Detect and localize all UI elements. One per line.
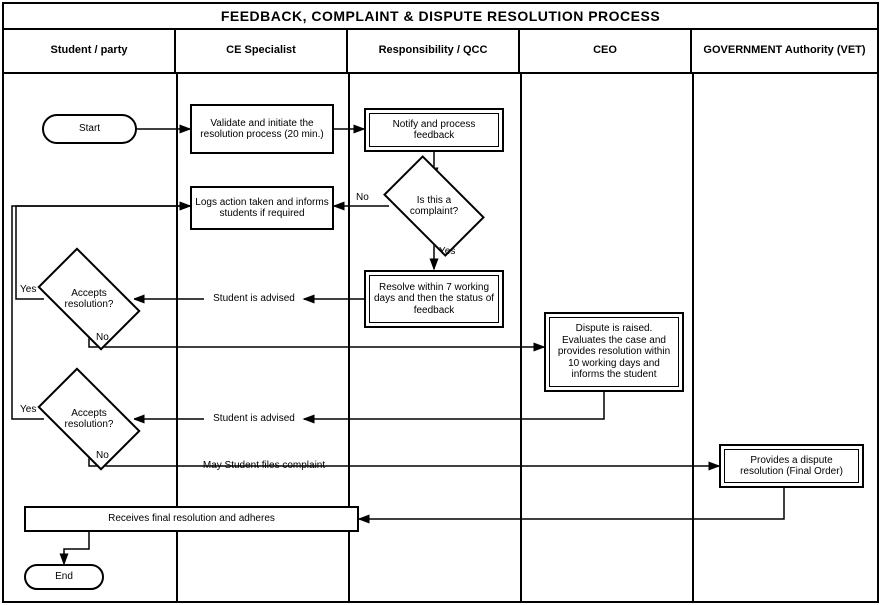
edge-label-yes: Yes xyxy=(20,284,36,295)
diagram-title: FEEDBACK, COMPLAINT & DISPUTE RESOLUTION… xyxy=(4,4,877,30)
lane-divider xyxy=(520,74,522,601)
edge-label-no: No xyxy=(356,192,369,203)
accept1-decision: Accepts resolution? xyxy=(44,271,134,327)
edge-label-no: No xyxy=(96,450,109,461)
may-file-text: May Student files complaint xyxy=(184,459,344,473)
resolve-process: Resolve within 7 working days and then t… xyxy=(364,270,504,328)
lane-student: Student / party xyxy=(4,30,176,72)
gov-label: Provides a dispute resolution (Final Ord… xyxy=(724,449,859,483)
diagram-frame: FEEDBACK, COMPLAINT & DISPUTE RESOLUTION… xyxy=(2,2,879,603)
end-terminator: End xyxy=(24,564,104,590)
log-action-process: Logs action taken and informs students i… xyxy=(190,186,334,230)
accept1-label: Accepts resolution? xyxy=(47,288,131,310)
start-terminator: Start xyxy=(42,114,137,144)
lane-ceo: CEO xyxy=(520,30,692,72)
lane-government: GOVERNMENT Authority (VET) xyxy=(692,30,877,72)
resolve-label: Resolve within 7 working days and then t… xyxy=(369,275,499,323)
diagram-body: Start Validate and initiate the resoluti… xyxy=(4,74,877,601)
ceo-label: Dispute is raised. Evaluates the case an… xyxy=(549,317,679,387)
lane-ce-specialist: CE Specialist xyxy=(176,30,348,72)
validate-process: Validate and initiate the resolution pro… xyxy=(190,104,334,154)
lane-divider xyxy=(692,74,694,601)
final-process: Receives final resolution and adheres xyxy=(24,506,359,532)
advise2-text: Student is advised xyxy=(204,412,304,426)
lane-headers: Student / party CE Specialist Responsibi… xyxy=(4,30,877,74)
is-complaint-label: Is this a complaint? xyxy=(393,195,475,217)
lane-responsibility: Responsibility / QCC xyxy=(348,30,520,72)
edge-label-no: No xyxy=(96,332,109,343)
advise1-text: Student is advised xyxy=(204,292,304,306)
notify-process: Notify and process feedback xyxy=(364,108,504,152)
edge-label-yes: Yes xyxy=(20,404,36,415)
edge-label-yes: Yes xyxy=(439,246,455,257)
ceo-process: Dispute is raised. Evaluates the case an… xyxy=(544,312,684,392)
notify-label: Notify and process feedback xyxy=(369,113,499,147)
accept2-decision: Accepts resolution? xyxy=(44,391,134,447)
gov-process: Provides a dispute resolution (Final Ord… xyxy=(719,444,864,488)
is-complaint-decision: Is this a complaint? xyxy=(390,178,478,234)
accept2-label: Accepts resolution? xyxy=(47,408,131,430)
